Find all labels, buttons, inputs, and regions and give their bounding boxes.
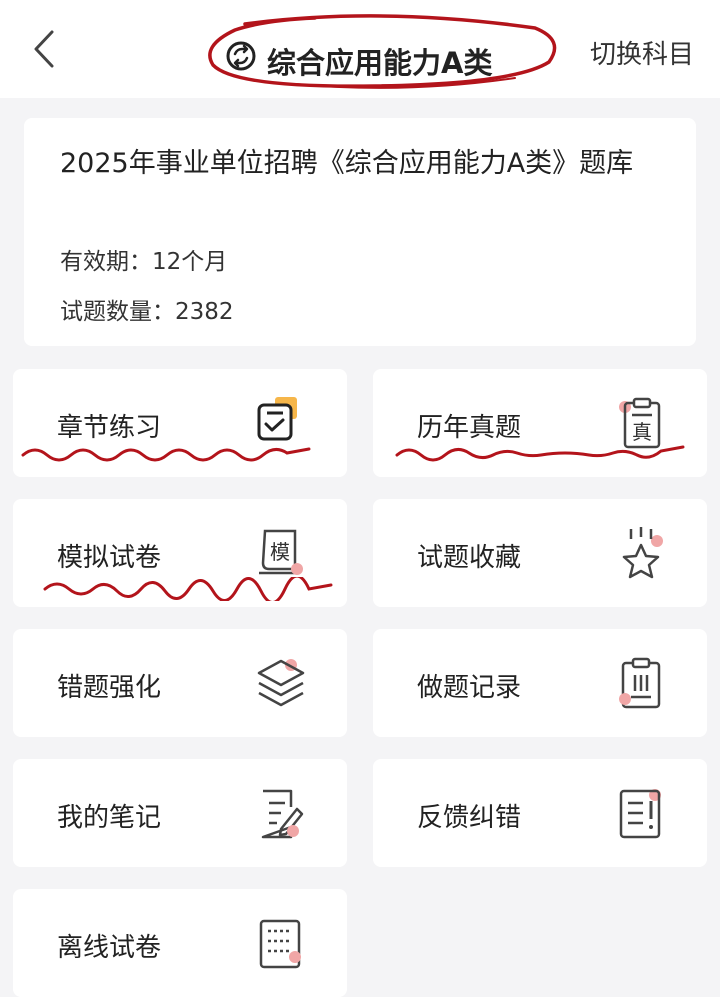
layers-icon <box>257 659 305 707</box>
menu-tile-favorites[interactable]: 试题收藏 <box>373 499 707 607</box>
menu-tile-wrong-questions[interactable]: 错题强化 <box>13 629 347 737</box>
scroll-mo-icon: 模 <box>259 529 303 575</box>
question-count-label: 试题数量： <box>60 299 175 325</box>
star-icon <box>622 527 663 579</box>
menu-tile-offline-papers[interactable]: 离线试卷 <box>13 889 347 997</box>
validity-value: 12个月 <box>152 249 228 275</box>
question-bank-title: 2025年事业单位招聘《综合应用能力A类》题库 <box>60 148 634 179</box>
switch-subject-icon <box>226 41 256 71</box>
menu-tile-label: 离线试卷 <box>57 933 162 963</box>
validity-row: 有效期：12个月 <box>60 242 227 276</box>
menu-tile-label: 做题记录 <box>417 673 522 703</box>
menu-tile-label: 试题收藏 <box>417 543 522 573</box>
menu-tile-my-notes[interactable]: 我的笔记 <box>13 759 347 867</box>
svg-text:模: 模 <box>270 540 290 564</box>
question-count-value: 2382 <box>175 299 234 325</box>
subject-title-group[interactable]: 综合应用能力A类 <box>205 10 565 92</box>
menu-tile-label: 错题强化 <box>57 673 162 703</box>
checklist-icon <box>257 397 297 441</box>
menu-tile-mock-exams[interactable]: 模拟试卷 模 <box>13 499 347 607</box>
feedback-icon <box>619 789 661 839</box>
menu-tile-past-exams[interactable]: 历年真题 真 <box>373 369 707 477</box>
question-count-row: 试题数量：2382 <box>60 292 234 326</box>
back-button[interactable] <box>26 24 70 74</box>
menu-tile-label: 模拟试卷 <box>57 543 162 573</box>
note-edit-icon <box>261 789 304 839</box>
clipboard-list-icon <box>619 657 661 709</box>
menu-tile-practice-history[interactable]: 做题记录 <box>373 629 707 737</box>
switch-subject-button[interactable]: 切换科目 <box>590 34 694 71</box>
validity-label: 有效期： <box>60 249 152 275</box>
question-bank-info-card: 2025年事业单位招聘《综合应用能力A类》题库 有效期：12个月 试题数量：23… <box>24 118 696 346</box>
page-title: 综合应用能力A类 <box>267 46 493 80</box>
menu-tile-chapter-practice[interactable]: 章节练习 <box>13 369 347 477</box>
svg-text:真: 真 <box>632 420 652 444</box>
menu-tile-label: 历年真题 <box>417 413 522 443</box>
menu-tile-label: 反馈纠错 <box>417 803 522 833</box>
top-nav-bar: 综合应用能力A类 切换科目 <box>0 0 720 98</box>
menu-tile-label: 章节练习 <box>57 413 162 443</box>
back-arrow-icon <box>34 30 54 68</box>
clipboard-zhen-icon: 真 <box>619 397 661 449</box>
offline-paper-icon <box>259 919 301 969</box>
menu-tile-label: 我的笔记 <box>57 803 162 833</box>
menu-tile-feedback[interactable]: 反馈纠错 <box>373 759 707 867</box>
